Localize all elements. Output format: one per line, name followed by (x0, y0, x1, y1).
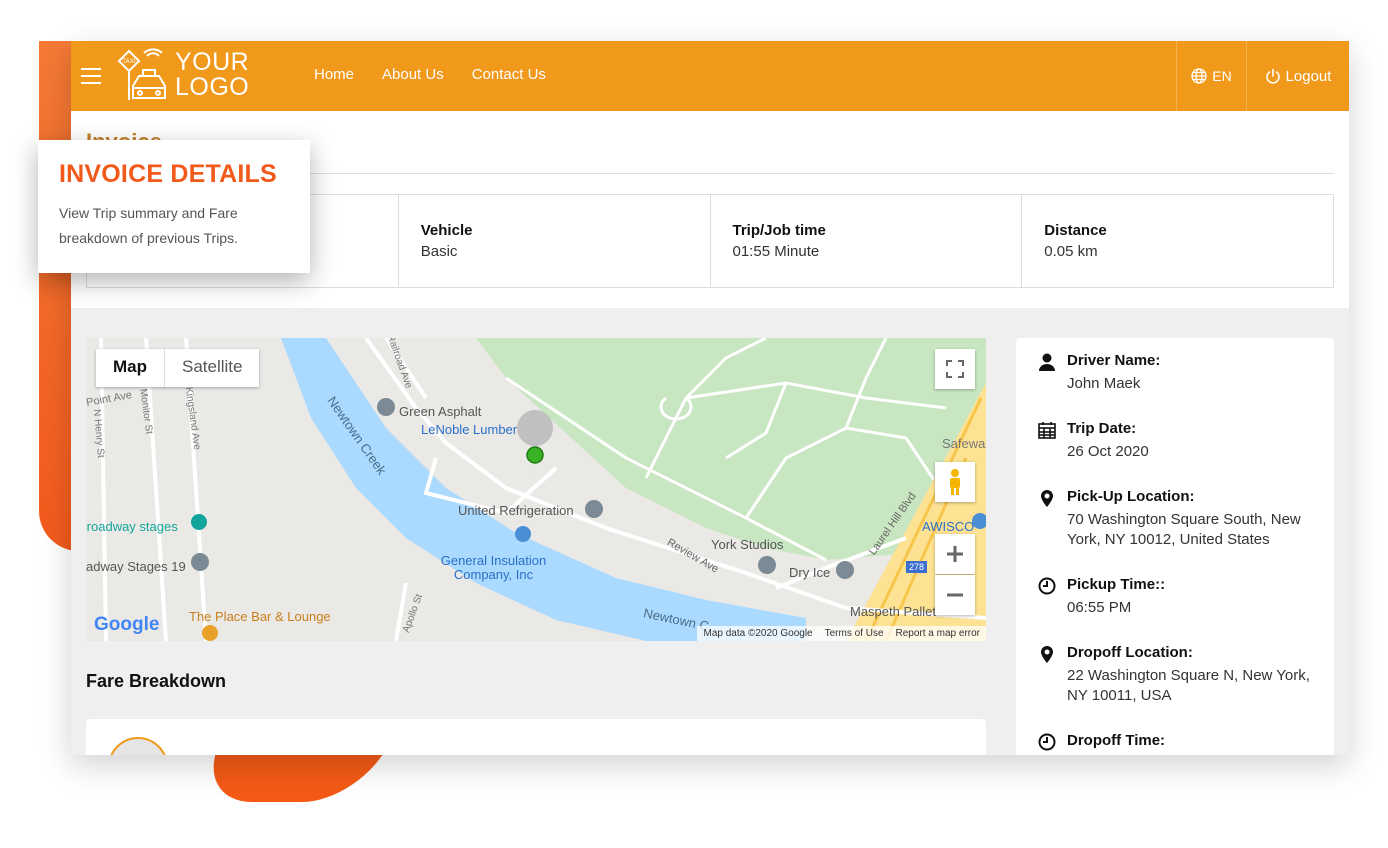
map-type-map-button[interactable]: Map (96, 349, 165, 387)
map-label-dry-ice: Dry Ice (789, 565, 831, 580)
nav-home-link[interactable]: Home (314, 66, 354, 83)
driver-name-label: Driver Name: (1067, 352, 1161, 369)
fare-breakdown-card (86, 719, 986, 755)
map-orange-pin (202, 625, 218, 641)
logo-text-line1: YOUR (175, 48, 250, 76)
pickup-location-value: 70 Washington Square South, New York, NY… (1067, 511, 1301, 548)
globe-icon (1191, 68, 1207, 84)
trip-map[interactable]: Newtown Creek Newtown C Green Asphalt Le… (86, 338, 986, 641)
dropoff-location-row: Dropoff Location: 22 Washington Square N… (1038, 644, 1317, 706)
pickup-time-label: Pickup Time:: (1067, 576, 1166, 593)
logout-button[interactable]: Logout (1246, 41, 1349, 111)
logo-text[interactable]: YOUR LOGO (175, 50, 249, 100)
zoom-in-button[interactable] (935, 534, 975, 574)
logo-sign-text: TAXI (121, 58, 135, 65)
pegman-icon (950, 469, 960, 495)
main-nav: Home About Us Contact Us (314, 66, 546, 83)
map-label-lenoble-lumber: LeNoble Lumber (421, 422, 518, 437)
fullscreen-icon (946, 360, 964, 378)
stat-label: Trip/Job time (732, 222, 826, 239)
pickup-time-value: 06:55 PM (1067, 599, 1132, 616)
map-data-credit: Map data ©2020 Google (703, 628, 813, 639)
map-attribution: Map data ©2020 Google Terms of Use Repor… (697, 626, 986, 641)
stat-distance: Distance 0.05 km (1022, 195, 1333, 287)
map-pin-icon (1041, 490, 1053, 507)
stat-label: Vehicle (420, 222, 473, 239)
fullscreen-button[interactable] (935, 349, 975, 389)
stat-value: 0.05 km (1044, 243, 1098, 260)
invoice-details-callout: INVOICE DETAILS View Trip summary and Fa… (38, 140, 310, 273)
zoom-out-button[interactable] (935, 575, 975, 615)
dropoff-location-value: 22 Washington Square N, New York, NY 100… (1067, 667, 1310, 704)
map-label-broadway-stages: Broadway stages (86, 519, 178, 534)
calendar-icon (1038, 422, 1056, 439)
map-pin-icon (1041, 646, 1053, 663)
stat-value: Basic (420, 243, 458, 260)
map-label-highway-shield: 278 (906, 561, 928, 573)
user-icon (1039, 353, 1055, 371)
language-label: EN (1212, 68, 1232, 84)
plus-icon (947, 546, 963, 562)
minus-icon (947, 593, 963, 597)
callout-title: INVOICE DETAILS (59, 160, 277, 188)
stat-label: Distance (1044, 222, 1107, 239)
map-label-safeway: Safewa (942, 436, 986, 451)
trip-date-label: Trip Date: (1067, 420, 1137, 437)
nav-about-link[interactable]: About Us (382, 66, 444, 83)
map-label-awisco: AWISCO (922, 519, 975, 534)
stat-value: 01:55 Minute (732, 243, 820, 260)
logout-label: Logout (1285, 67, 1332, 85)
pickup-time-row: Pickup Time:: 06:55 PM (1038, 576, 1317, 618)
trip-date-value: 26 Oct 2020 (1067, 443, 1149, 460)
logo-text-line2: LOGO (175, 73, 250, 101)
callout-description: View Trip summary and Fare breakdown of … (59, 205, 238, 246)
hamburger-menu-icon[interactable] (81, 68, 101, 89)
map-label-maspeth: Maspeth Pallet (850, 604, 936, 619)
terms-link[interactable]: Terms of Use (825, 628, 884, 639)
nav-contact-link[interactable]: Contact Us (472, 66, 546, 83)
taxi-logo-icon: TAXI (117, 48, 166, 100)
street-view-pegman[interactable] (935, 462, 975, 502)
pickup-location-row: Pick-Up Location: 70 Washington Square S… (1038, 488, 1317, 550)
pickup-location-label: Pick-Up Location: (1067, 488, 1195, 505)
map-label-united-refrigeration: United Refrigeration (458, 503, 574, 518)
fare-breakdown-heading: Fare Breakdown (86, 671, 227, 691)
google-logo: Google (94, 614, 160, 635)
dropoff-location-label: Dropoff Location: (1067, 644, 1193, 661)
avatar (108, 737, 168, 755)
clock-icon (1038, 733, 1056, 751)
map-label-green-asphalt: Green Asphalt (399, 404, 482, 419)
driver-name-row: Driver Name: John Maek (1038, 352, 1317, 394)
map-label-place-bar: The Place Bar & Lounge (189, 609, 331, 624)
power-icon (1265, 68, 1280, 84)
clock-icon (1038, 577, 1056, 595)
map-label-broadway-19: adway Stages 19 (86, 559, 186, 574)
map-teal-pin (191, 514, 207, 530)
stat-trip-time: Trip/Job time 01:55 Minute (711, 195, 1023, 287)
trip-date-row: Trip Date: 26 Oct 2020 (1038, 420, 1317, 462)
report-error-link[interactable]: Report a map error (896, 628, 980, 639)
dropoff-time-row: Dropoff Time: (1038, 732, 1165, 751)
language-selector[interactable]: EN (1176, 41, 1246, 111)
map-type-satellite-button[interactable]: Satellite (165, 349, 259, 387)
map-label-general-insulation: General Insulation Company, Inc (440, 553, 547, 582)
map-label-york-studios: York Studios (711, 537, 784, 552)
stat-vehicle: Vehicle Basic (399, 195, 711, 287)
map-type-control: Map Satellite (96, 349, 260, 387)
dropoff-time-label: Dropoff Time: (1067, 732, 1166, 749)
driver-name-value: John Maek (1067, 375, 1141, 392)
top-navbar: TAXI YOUR LOGO Home About Us Contact Us … (71, 41, 1349, 111)
trip-details-panel: Driver Name: John Maek Trip Date: 26 Oct… (1016, 338, 1334, 755)
